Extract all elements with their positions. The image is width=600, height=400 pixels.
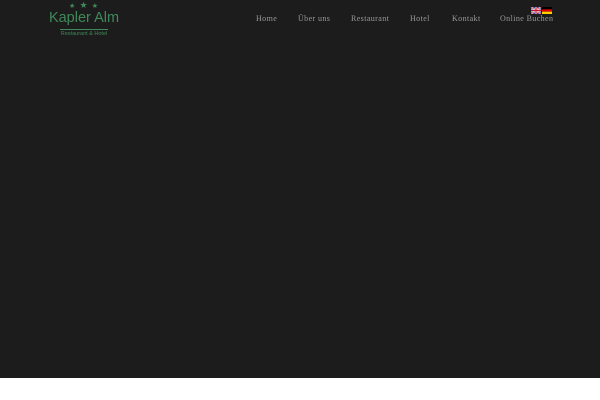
nav-item-contact[interactable]: Kontakt (452, 14, 481, 24)
hero-section (0, 0, 600, 378)
uk-flag-icon[interactable] (531, 7, 541, 14)
nav-item-restaurant[interactable]: Restaurant (351, 14, 389, 24)
logo-divider (60, 29, 108, 30)
nav-item-about-us[interactable]: Über uns (298, 14, 330, 24)
logo-tagline: Restaurant & Hotel (60, 31, 108, 37)
main-navigation: Home Über uns Restaurant Hotel Kontakt O… (0, 14, 600, 26)
nav-item-hotel[interactable]: Hotel (410, 14, 430, 24)
language-switcher (531, 7, 553, 14)
page-bottom-area (0, 378, 600, 400)
nav-item-home[interactable]: Home (256, 14, 277, 24)
nav-item-online-booking[interactable]: Online Buchen (500, 14, 553, 24)
germany-flag-icon[interactable] (542, 7, 552, 14)
